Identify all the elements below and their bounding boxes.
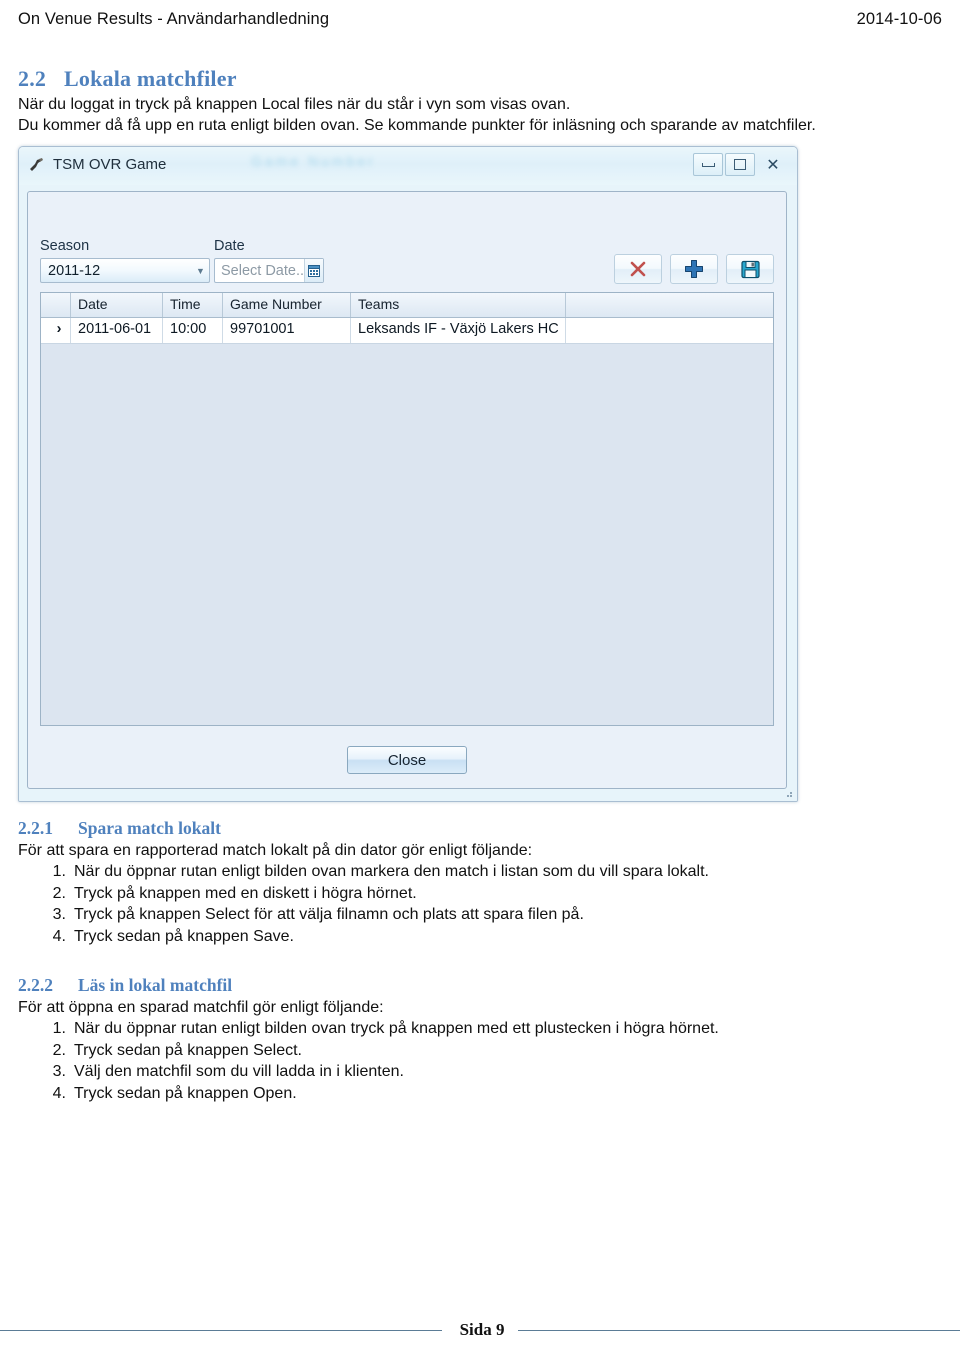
subsection-222-number: 2.2.2 xyxy=(18,975,53,995)
save-match-button[interactable] xyxy=(726,254,774,284)
grid-header-teams[interactable]: Teams xyxy=(351,293,566,317)
chevron-down-icon: ▼ xyxy=(196,265,205,276)
season-dropdown[interactable]: 2011-12 ▼ xyxy=(40,258,210,283)
blue-plus-icon xyxy=(685,260,703,278)
subsection-2-2-2-block: 2.2.2 Läs in lokal matchfil För att öppn… xyxy=(18,975,942,1104)
subsection-222-heading: 2.2.2 Läs in lokal matchfil xyxy=(18,975,942,996)
floppy-disk-icon xyxy=(740,260,760,278)
page-header: On Venue Results - Användarhandledning 2… xyxy=(18,6,942,32)
add-match-button[interactable] xyxy=(670,254,718,284)
subsection-222-intro: För att öppna en sparad matchfil gör enl… xyxy=(18,999,384,1016)
list-item: Välj den matchfil som du vill ladda in i… xyxy=(44,1061,404,1082)
footer-rule-left xyxy=(0,1329,442,1331)
row-selector-icon[interactable]: › xyxy=(41,318,71,343)
minimize-button[interactable] xyxy=(693,153,723,176)
subsection-221-steps: När du öppnar rutan enligt bilden ovan m… xyxy=(18,861,942,947)
title-bar-ghost-artifact: Game Number xyxy=(251,153,376,169)
list-item: När du öppnar rutan enligt bilden ovan m… xyxy=(44,861,709,882)
list-item: Tryck sedan på knappen Select. xyxy=(44,1040,302,1061)
grid-header-selector xyxy=(41,293,71,317)
document-title: On Venue Results - Användarhandledning xyxy=(18,9,330,28)
section-paragraph-2: Du kommer då få upp en ruta enligt bilde… xyxy=(18,117,816,134)
row-teams: Leksands IF - Växjö Lakers HC xyxy=(351,318,566,343)
subsection-2-2-1-block: 2.2.1 Spara match lokalt För att spara e… xyxy=(18,818,942,947)
season-value: 2011-12 xyxy=(48,262,101,279)
app-window-title: TSM OVR Game xyxy=(53,156,167,173)
close-button[interactable]: Close xyxy=(347,746,467,774)
embedded-application-screenshot: TSM OVR Game Game Number ✕ Season Date 2… xyxy=(18,146,798,802)
grid-header-time[interactable]: Time xyxy=(163,293,223,317)
row-game-number: 99701001 xyxy=(223,318,351,343)
action-button-bar xyxy=(614,254,774,284)
match-grid[interactable]: Date Time Game Number Teams › 2011-06-01… xyxy=(40,292,774,726)
page-number: Sida 9 xyxy=(459,1320,505,1339)
subsection-221-title: Spara match lokalt xyxy=(78,818,221,838)
list-item: Tryck sedan på knappen Save. xyxy=(44,926,294,947)
section-title: Lokala matchfiler xyxy=(64,66,237,91)
list-item: När du öppnar rutan enligt bilden ovan t… xyxy=(44,1018,719,1039)
section-number: 2.2 xyxy=(18,66,47,91)
delete-match-button[interactable] xyxy=(614,254,662,284)
grid-header-game-number[interactable]: Game Number xyxy=(223,293,351,317)
list-item: Tryck på knappen Select för att välja fi… xyxy=(44,904,584,925)
window-control-buttons[interactable]: ✕ xyxy=(693,153,789,176)
app-title-bar: TSM OVR Game Game Number ✕ xyxy=(19,147,797,186)
grid-header-row: Date Time Game Number Teams xyxy=(41,293,773,318)
subsection-221-heading: 2.2.1 Spara match lokalt xyxy=(18,818,942,839)
date-input[interactable]: Select Date.. xyxy=(214,258,324,283)
list-item: Tryck på knappen med en diskett i högra … xyxy=(44,883,417,904)
date-label: Date xyxy=(214,238,245,254)
close-button-bar: Close xyxy=(28,746,786,774)
red-x-icon xyxy=(630,261,646,277)
row-date: 2011-06-01 xyxy=(71,318,163,343)
app-body: Season Date 2011-12 ▼ Select Date.. Date… xyxy=(19,185,797,801)
grid-header-date[interactable]: Date xyxy=(71,293,163,317)
footer-rule-right xyxy=(518,1329,960,1331)
table-row[interactable]: › 2011-06-01 10:00 99701001 Leksands IF … xyxy=(41,318,773,344)
subsection-222-steps: När du öppnar rutan enligt bilden ovan t… xyxy=(18,1018,942,1104)
section-heading: 2.2 Lokala matchfiler xyxy=(18,66,942,92)
subsection-221-intro: För att spara en rapporterad match lokal… xyxy=(18,842,533,859)
resize-grip[interactable] xyxy=(782,787,794,799)
document-date: 2014-10-06 xyxy=(856,9,942,28)
app-icon xyxy=(28,156,46,174)
maximize-button[interactable] xyxy=(725,153,755,176)
section-paragraph-1: När du loggat in tryck på knappen Local … xyxy=(18,96,571,113)
subsection-222-title: Läs in lokal matchfil xyxy=(78,975,233,995)
section-2-2-block: 2.2 Lokala matchfiler När du loggat in t… xyxy=(18,66,942,136)
close-window-button[interactable]: ✕ xyxy=(757,153,789,176)
app-content-panel: Season Date 2011-12 ▼ Select Date.. Date… xyxy=(27,191,787,789)
calendar-icon[interactable] xyxy=(304,259,323,282)
subsection-221-number: 2.2.1 xyxy=(18,818,53,838)
date-placeholder: Select Date.. xyxy=(221,262,305,279)
list-item: Tryck sedan på knappen Open. xyxy=(44,1083,297,1104)
row-filler xyxy=(566,318,773,343)
page-footer: Sida 9 xyxy=(0,1317,960,1343)
row-time: 10:00 xyxy=(163,318,223,343)
grid-header-filler xyxy=(566,293,773,317)
season-label: Season xyxy=(40,238,90,254)
